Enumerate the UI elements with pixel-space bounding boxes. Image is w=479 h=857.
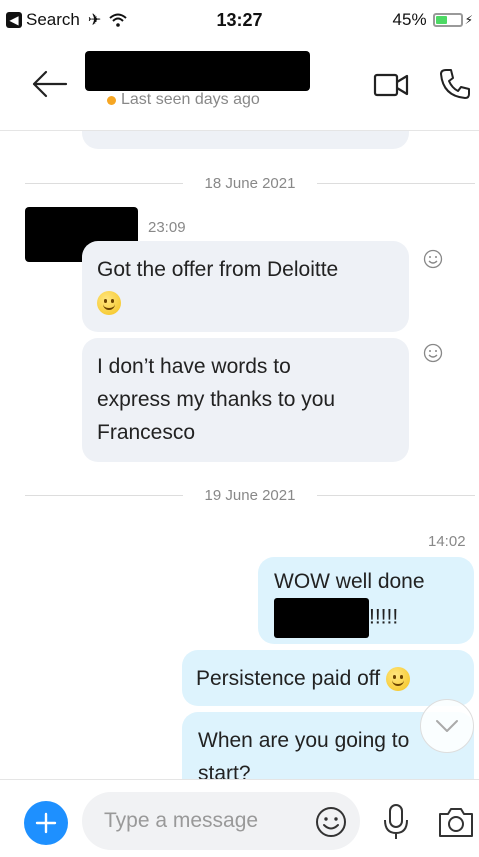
message-input-placeholder: Type a message (104, 809, 259, 832)
message-text-line: I don’t have words to (97, 355, 291, 378)
message-bubble[interactable]: WOW well done !!!!! (258, 557, 474, 644)
date-label: 19 June 2021 (204, 486, 296, 504)
message-text: Persistence paid off (196, 667, 381, 690)
last-seen-status: Last seen days ago (107, 91, 260, 109)
status-bar: ◀ Search ✈ 13:27 45% ⚡ (0, 0, 479, 44)
chevron-down-icon (436, 720, 458, 732)
battery-icon (432, 13, 463, 27)
message-bubble[interactable]: I don’t have words to express my thanks … (82, 338, 409, 462)
phone-icon (440, 69, 470, 99)
scroll-to-bottom-button[interactable] (420, 699, 474, 753)
charging-icon: ⚡ (464, 13, 473, 27)
chat-header: Last seen days ago (0, 44, 479, 131)
date-separator: 19 June 2021 (25, 485, 476, 505)
message-composer: Type a message (0, 779, 479, 857)
smiley-emoji-icon (97, 291, 121, 316)
emoji-button[interactable] (313, 804, 349, 840)
name-redacted (274, 598, 369, 638)
reaction-smiley-icon[interactable] (423, 249, 443, 269)
date-separator: 18 June 2021 (25, 173, 476, 193)
microphone-button[interactable] (381, 803, 411, 841)
battery-percent: 45% (392, 10, 427, 29)
camera-button[interactable] (437, 805, 475, 839)
partial-message-bubble[interactable] (82, 131, 409, 149)
message-bubble[interactable]: Persistence paid off (182, 650, 474, 706)
message-time: 23:09 (148, 219, 186, 236)
message-text: WOW well done (274, 570, 425, 593)
message-text-line: start? (198, 762, 251, 779)
message-text-line: express my thanks to you (97, 388, 336, 411)
video-call-button[interactable] (373, 70, 413, 100)
message-text: Got the offer from Deloitte (97, 258, 339, 281)
back-button[interactable] (30, 66, 70, 102)
reaction-smiley-icon[interactable] (423, 343, 443, 363)
battery-status: 45% ⚡ (393, 10, 473, 30)
audio-call-button[interactable] (438, 67, 472, 101)
video-camera-icon (373, 73, 409, 97)
away-status-icon (107, 95, 116, 105)
message-bubble[interactable]: Got the offer from Deloitte (82, 241, 409, 332)
date-label: 18 June 2021 (204, 174, 296, 192)
message-text-line: Francesco (97, 421, 196, 444)
camera-icon (439, 808, 473, 837)
contact-name-redacted[interactable] (85, 51, 310, 91)
smiley-emoji-icon (385, 667, 410, 692)
message-list[interactable]: 18 June 2021 23:09 Got the offer from De… (0, 131, 479, 779)
add-button[interactable] (24, 801, 68, 845)
microphone-icon (384, 804, 408, 839)
smiley-icon (316, 807, 346, 837)
last-seen-label: Last seen days ago (121, 91, 260, 108)
message-text-line: When are you going to (198, 729, 410, 752)
plus-icon (35, 812, 57, 834)
message-text: !!!!! (369, 605, 399, 629)
arrow-left-icon (32, 70, 68, 98)
message-time: 14:02 (428, 533, 466, 550)
